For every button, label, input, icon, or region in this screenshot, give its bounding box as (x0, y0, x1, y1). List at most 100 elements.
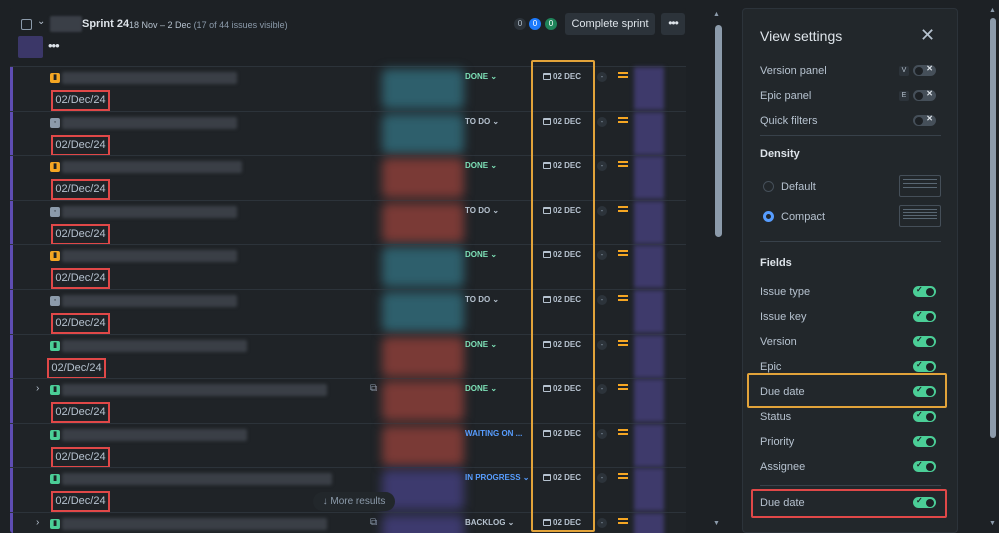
field-status-toggle[interactable]: ✓ (913, 410, 936, 422)
due-date-field-value: 02/Dec/24 (51, 313, 110, 334)
issue-type-icon: ▮ (50, 251, 60, 262)
chevron-right-icon[interactable]: › (36, 383, 39, 394)
issue-type-icon: ◦ (50, 206, 60, 217)
sprint-key-redacted (50, 16, 82, 32)
divider (760, 485, 941, 486)
toggle-knob (926, 312, 934, 321)
epic-panel-toggle[interactable]: ✕ (913, 89, 936, 101)
sprint-more-button[interactable]: ••• (661, 13, 685, 35)
density-default-radio[interactable] (763, 181, 774, 192)
status-dropdown[interactable]: TO DO ⌄ (465, 117, 499, 126)
scroll-up-icon[interactable]: ▲ (713, 11, 720, 18)
field-epic-toggle[interactable]: ✓ (913, 360, 936, 372)
avatar[interactable] (634, 290, 664, 333)
due-date-field-value: 02/Dec/24 (51, 134, 110, 156)
avatar[interactable] (18, 36, 43, 58)
sprint-dates: 18 Nov – 2 Dec (17 of 44 issues visible) (129, 20, 288, 30)
epic-lozenge-redacted (382, 381, 464, 422)
status-dropdown[interactable]: IN PROGRESS ⌄ (465, 473, 530, 482)
field-issue-type-toggle[interactable]: ✓ (913, 285, 936, 297)
avatar[interactable] (634, 513, 664, 533)
arrow-down-icon: ↓ (322, 496, 328, 507)
version-panel-label: Version panel (760, 65, 827, 77)
toggle-off-icon: ✕ (926, 89, 933, 98)
more-results-button[interactable]: ↓ More results (313, 492, 395, 511)
status-dropdown[interactable]: WAITING ON ... (465, 429, 522, 438)
close-icon[interactable]: ✕ (920, 26, 935, 44)
avatar[interactable] (634, 423, 664, 467)
issue-summary-redacted (62, 205, 237, 218)
chevron-right-icon[interactable]: › (36, 517, 39, 528)
field-version-toggle[interactable]: ✓ (913, 335, 936, 347)
scroll-down-icon[interactable]: ▼ (989, 520, 996, 527)
density-compact-label: Compact (781, 211, 826, 223)
due-date-field-value: 02/Dec/24 (51, 90, 110, 111)
field-issue-key-toggle[interactable]: ✓ (913, 310, 936, 322)
avatar[interactable] (634, 379, 664, 423)
sprint-visible-count: (17 of 44 issues visible) (193, 20, 288, 30)
priority-medium-icon (618, 473, 628, 481)
issue-type-icon: ▮ (50, 385, 60, 396)
app-root: ⌄ Sprint 24 18 Nov – 2 Dec (17 of 44 iss… (0, 0, 999, 533)
story-points-badge: - (597, 161, 607, 172)
density-compact-radio[interactable] (763, 211, 774, 222)
quick-filters-label: Quick filters (760, 115, 818, 127)
complete-sprint-button[interactable]: Complete sprint (565, 13, 655, 35)
epic-shortcut-key: E (899, 91, 909, 101)
epic-lozenge-redacted (382, 158, 464, 199)
issue-summary-redacted (62, 295, 237, 307)
scroll-up-icon[interactable]: ▲ (989, 7, 996, 14)
epic-lozenge-redacted (382, 425, 464, 466)
avatar[interactable] (634, 111, 664, 155)
version-panel-toggle[interactable]: ✕ (913, 64, 936, 76)
todo-count-badge: 0 (514, 18, 526, 30)
quick-filters-toggle[interactable]: ✕ (913, 114, 936, 126)
toggle-knob (926, 337, 934, 346)
sprint-select-checkbox[interactable] (21, 19, 32, 30)
child-issues-icon[interactable]: ⧉ (370, 383, 380, 394)
due-date-2-field-highlight (751, 489, 947, 518)
avatar[interactable] (634, 468, 664, 512)
status-dropdown[interactable]: TO DO ⌄ (465, 206, 499, 215)
epic-lozenge-redacted (382, 69, 464, 109)
avatar[interactable] (634, 67, 664, 110)
priority-medium-icon (618, 428, 628, 437)
status-dropdown[interactable]: DONE ⌄ (465, 72, 497, 81)
priority-medium-icon (618, 161, 628, 169)
sprint-actions-menu[interactable]: ••• (48, 38, 60, 53)
status-dropdown[interactable]: DONE ⌄ (465, 340, 497, 349)
toggle-knob (926, 462, 934, 471)
status-dropdown[interactable]: BACKLOG ⌄ (465, 518, 514, 527)
status-dropdown[interactable]: DONE ⌄ (465, 161, 497, 170)
scroll-down-icon[interactable]: ▼ (713, 520, 720, 527)
board-scrollbar-thumb[interactable] (715, 25, 722, 237)
story-points-badge: - (597, 72, 607, 82)
avatar[interactable] (634, 334, 664, 378)
story-points-badge: - (597, 428, 607, 439)
priority-medium-icon (618, 518, 628, 526)
status-dropdown[interactable]: DONE ⌄ (465, 250, 497, 259)
avatar[interactable] (634, 156, 664, 200)
sprint-date-range: 18 Nov – 2 Dec (129, 20, 192, 30)
toggle-knob (915, 66, 923, 75)
avatar[interactable] (634, 245, 664, 289)
inprogress-count-badge: 0 (529, 18, 541, 30)
status-dropdown[interactable]: DONE ⌄ (465, 384, 497, 393)
field-assignee-toggle[interactable]: ✓ (913, 460, 936, 472)
avatar[interactable] (634, 200, 664, 244)
due-date-field-value: 02/Dec/24 (51, 268, 110, 290)
priority-medium-icon (618, 72, 628, 80)
field-issue-key-label: Issue key (760, 311, 807, 323)
status-dropdown[interactable]: TO DO ⌄ (465, 295, 499, 304)
density-compact-preview (899, 205, 941, 227)
epic-lozenge-redacted (382, 202, 464, 243)
field-priority-toggle[interactable]: ✓ (913, 435, 936, 447)
toggle-off-icon: ✕ (926, 64, 933, 73)
priority-medium-icon (618, 116, 628, 125)
chevron-down-icon[interactable]: ⌄ (37, 16, 45, 27)
settings-scrollbar[interactable]: ▲ ▼ (988, 7, 999, 533)
child-issues-icon[interactable]: ⧉ (370, 517, 380, 528)
settings-scrollbar-thumb[interactable] (990, 18, 996, 438)
story-points-badge: - (597, 205, 607, 216)
toggle-knob (915, 91, 923, 100)
